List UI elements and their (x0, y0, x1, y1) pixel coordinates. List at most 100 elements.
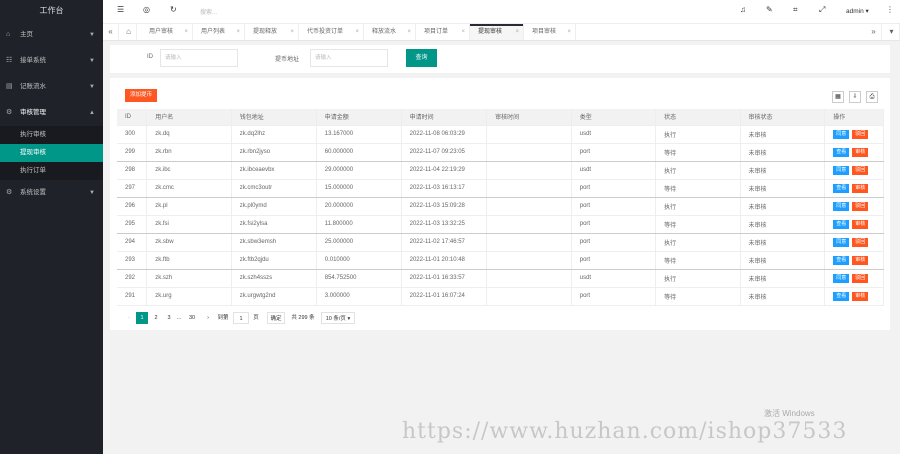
reject-button[interactable]: 驳回 (852, 165, 869, 175)
chevron-down-icon: ▼ (89, 58, 95, 64)
close-icon[interactable]: × (407, 24, 411, 40)
column-header: 钱包地址 (231, 109, 317, 126)
table-cell: zk.cmc3outr (231, 179, 317, 198)
tab-project-audit[interactable]: 项目审核 × (524, 24, 576, 40)
table-cell: 2022-11-03 16:13:17 (401, 179, 488, 198)
approve-button[interactable]: 同意 (833, 129, 850, 139)
table-cell: 854.752500 (316, 269, 402, 288)
close-icon[interactable]: × (236, 24, 240, 40)
search-button[interactable]: 查询 (406, 49, 437, 67)
tab-token-orders[interactable]: 代币投资订单 × (299, 24, 364, 40)
close-icon[interactable]: × (567, 24, 571, 40)
table-cell: 298 (117, 161, 148, 180)
tab-user-list[interactable]: 用户列表 × (193, 24, 245, 40)
page-1[interactable]: 1 (136, 312, 148, 324)
globe-icon[interactable]: ◎ (143, 5, 150, 14)
chevron-down-icon[interactable]: ▾ (884, 24, 900, 40)
reject-button[interactable]: 驳回 (852, 201, 869, 211)
theme-icon[interactable]: ✎ (766, 5, 773, 14)
page-3[interactable]: 3 (164, 312, 174, 324)
review-button[interactable]: 审核 (852, 183, 869, 193)
view-button[interactable]: 查看 (833, 183, 850, 193)
user-menu[interactable]: admin ▾ (846, 7, 869, 15)
page-30[interactable]: 30 (186, 312, 198, 324)
review-button[interactable]: 审核 (852, 219, 869, 229)
close-icon[interactable]: × (515, 24, 519, 40)
refresh-icon[interactable]: ↻ (170, 5, 177, 14)
submenu-item-exec-audit[interactable]: 执行审核 (0, 126, 103, 144)
table-cell: 未审核 (740, 143, 826, 162)
review-button[interactable]: 审核 (852, 291, 869, 301)
tabs-next-icon[interactable]: » (866, 24, 882, 40)
close-icon[interactable]: × (290, 24, 294, 40)
reject-button[interactable]: 驳回 (852, 129, 869, 139)
approve-button[interactable]: 同意 (833, 273, 850, 283)
goto-confirm-button[interactable]: 确定 (267, 312, 285, 324)
view-button[interactable]: 查看 (833, 255, 850, 265)
withdraw-table: ID 用户名 钱包地址 申请金额 申请时间 审核时间 类型 状态 审核状态 操作 300 zk.dq… (117, 109, 884, 306)
column-header: 用户名 (146, 109, 232, 126)
table-cell: port (571, 179, 657, 198)
tab-withdraw-audit[interactable]: 提现审核 × (470, 24, 524, 40)
close-icon[interactable]: × (355, 24, 359, 40)
table-cell: zk.rbn (146, 143, 232, 162)
page-2[interactable]: 2 (151, 312, 161, 324)
fullscreen-icon[interactable]: ⤢ (819, 5, 825, 15)
submenu-item-withdraw-audit[interactable]: 提现审核 (0, 144, 103, 162)
table-cell: 20.000000 (316, 197, 402, 216)
print-icon[interactable]: ⎙ (866, 91, 878, 103)
view-button[interactable]: 查看 (833, 219, 850, 229)
review-button[interactable]: 审核 (852, 147, 869, 157)
id-input[interactable]: 请输入 (160, 49, 238, 67)
sidebar-item-audit[interactable]: ⚙ 审核管理 ▲ (0, 100, 103, 126)
approve-button[interactable]: 同意 (833, 165, 850, 175)
tab-release-flow[interactable]: 释放流水 × (364, 24, 416, 40)
table-cell: 291 (117, 287, 148, 306)
actions-cell: 同意 驳回 (824, 269, 884, 288)
add-withdraw-button[interactable]: 添加提币 (125, 89, 157, 102)
filter-form: ID 请输入 提币地址 请输入 查询 (110, 45, 890, 73)
table-cell: 等待 (655, 179, 741, 198)
sidebar-item-ledger[interactable]: ▤ 记账流水 ▼ (0, 74, 103, 100)
bell-icon[interactable]: ♫ (740, 5, 746, 14)
table-cell: zk.urg (146, 287, 232, 306)
column-header: 类型 (571, 109, 657, 126)
close-icon[interactable]: × (184, 24, 188, 40)
columns-icon[interactable]: ▦ (832, 91, 844, 103)
table-cell: port (571, 215, 657, 234)
table-cell: 未审核 (740, 215, 826, 234)
submenu-item-exec-orders[interactable]: 执行订单 (0, 162, 103, 180)
table-cell: usdt (571, 161, 657, 180)
goto-input[interactable]: 1 (233, 312, 249, 324)
review-button[interactable]: 审核 (852, 255, 869, 265)
table-cell: 300 (117, 125, 148, 144)
view-button[interactable]: 查看 (833, 291, 850, 301)
tag-icon[interactable]: ⌗ (793, 5, 798, 15)
tabs-prev-icon[interactable]: « (103, 24, 119, 40)
approve-button[interactable]: 同意 (833, 201, 850, 211)
tab-user-audit[interactable]: 用户审核 × (141, 24, 193, 40)
menu-toggle-icon[interactable]: ☰ (117, 5, 124, 14)
approve-button[interactable]: 同意 (833, 237, 850, 247)
more-icon[interactable]: ⋮ (886, 5, 894, 14)
sidebar-item-home[interactable]: ⌂ 主页 ▼ (0, 22, 103, 48)
reject-button[interactable]: 驳回 (852, 273, 869, 283)
next-page-icon[interactable]: › (203, 312, 213, 324)
prev-page-icon[interactable]: ‹ (124, 312, 134, 324)
tab-withdraw-release[interactable]: 提现释放 × (245, 24, 299, 40)
column-header: 申请时间 (401, 109, 488, 126)
sidebar-item-orders[interactable]: ☷ 接单系统 ▼ (0, 48, 103, 74)
windows-activation-text: 激活 Windows (764, 409, 815, 418)
sidebar-item-settings[interactable]: ⚙ 系统设置 ▼ (0, 180, 103, 206)
table-cell: 2022-11-03 13:32:25 (401, 215, 488, 234)
close-icon[interactable]: × (461, 24, 465, 40)
table-cell: 未审核 (740, 125, 826, 144)
page-size-select[interactable]: 10 条/页 ▾ (321, 312, 355, 324)
reject-button[interactable]: 驳回 (852, 237, 869, 247)
search-input[interactable]: 搜索... (200, 7, 217, 16)
tab-project-orders[interactable]: 项目订单 × (416, 24, 470, 40)
address-input[interactable]: 请输入 (310, 49, 388, 67)
home-tab-icon[interactable]: ⌂ (121, 24, 137, 40)
export-icon[interactable]: ⇩ (849, 91, 861, 103)
view-button[interactable]: 查看 (833, 147, 850, 157)
